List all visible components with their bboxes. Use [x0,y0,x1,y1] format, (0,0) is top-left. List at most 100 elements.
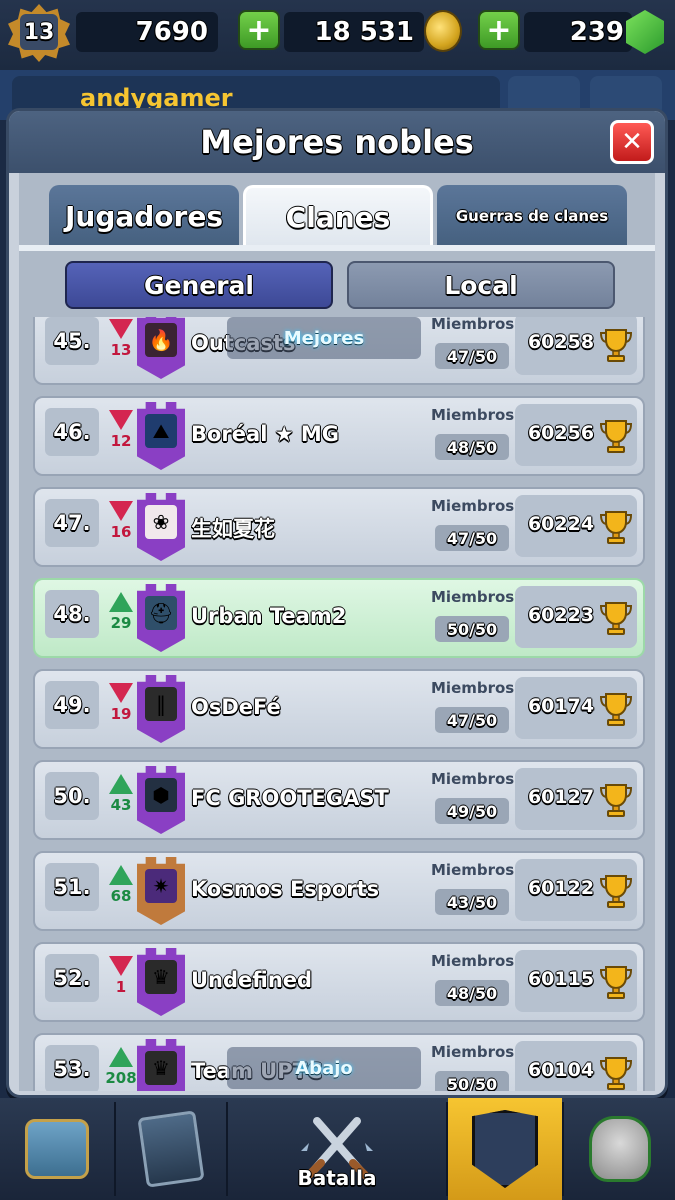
rank-number: 45. [45,317,99,365]
cards-icon [137,1110,205,1188]
resource-bar: 13 7690 + 18 531 + 239 [0,0,675,70]
clan-emblem-icon: ‖ [145,687,177,721]
clan-trophy-box: 60256 [515,404,637,466]
rank-up-icon [109,865,133,885]
members-count: 48/50 [435,434,509,460]
clan-badge-icon: ⬢ [135,762,187,838]
subtab-local[interactable]: Local [347,261,615,309]
tab-clans[interactable]: Clanes [243,185,433,247]
clan-trophies: 60258 [527,331,595,353]
members-label: Miembros [431,770,515,788]
members-label: Miembros [431,406,515,424]
nav-clan[interactable] [448,1098,562,1200]
clan-trophy-box: 60174 [515,677,637,739]
trophy-icon [599,329,633,362]
clan-badge-icon: 🔥 [135,317,187,383]
trophy-icon [599,1057,633,1090]
rank-down-icon [109,410,133,430]
clan-trophy-box: 60127 [515,768,637,830]
clan-emblem-icon: ❀ [145,505,177,539]
clan-badge-icon: ⛑ [135,580,187,656]
members-label: Miembros [431,952,515,970]
clan-emblem-icon: 🔥 [145,323,177,357]
members-label: Miembros [431,1043,515,1061]
clan-name: Urban Team2 [191,604,347,628]
modal-body: Jugadores Clanes Guerras de clanes Gener… [19,173,655,1091]
trophy-count: 7690 [76,12,218,52]
clan-row[interactable]: 48. 29 ⛑ Urban Team2 Miembros 50/50 60223 [33,578,645,658]
trophy-icon [599,693,633,726]
members-count: 50/50 [435,616,509,642]
clan-row[interactable]: 52. 1 ♛ Undefined Miembros 48/50 60115 [33,942,645,1022]
clan-row[interactable]: 49. 19 ‖ OsDeFé Miembros 47/50 60174 [33,669,645,749]
tab-players[interactable]: Jugadores [49,185,239,247]
members-count: 50/50 [435,1071,509,1091]
clan-name: Kosmos Esports [191,877,380,901]
rank-number: 51. [45,863,99,911]
rank-number: 49. [45,681,99,729]
clan-badge-icon: ❀ [135,489,187,565]
rank-up-icon [109,774,133,794]
members-label: Miembros [431,497,515,515]
clan-badge-icon: ⛰ [135,398,187,474]
nav-shop[interactable] [0,1098,114,1200]
top-jump-label[interactable]: Mejores [227,317,421,359]
clan-trophies: 60174 [527,695,595,717]
clan-emblem-icon: ✷ [145,869,177,903]
tab-clan-wars[interactable]: Guerras de clanes [437,185,627,247]
gold-coin-icon [424,10,462,52]
subtab-general[interactable]: General [65,261,333,309]
clan-emblem-icon: ♛ [145,1051,177,1085]
nav-events[interactable] [564,1098,675,1200]
clan-trophy-box: 60104 [515,1041,637,1091]
add-trophies-button[interactable]: + [238,10,280,50]
rank-down-icon [109,319,133,339]
battle-label: Batalla [297,1166,377,1190]
player-level: 13 [20,14,58,50]
nav-cards[interactable] [116,1098,226,1200]
clan-row[interactable]: 51. 68 ✷ Kosmos Esports Miembros 43/50 60122 [33,851,645,931]
bottom-jump-label[interactable]: Abajo [227,1047,421,1089]
members-label: Miembros [431,861,515,879]
members-label: Miembros [431,679,515,697]
rank-number: 52. [45,954,99,1002]
clan-trophy-box: 60223 [515,586,637,648]
rank-up-icon [109,1047,133,1067]
clan-leaderboard-list[interactable]: 45.13🔥OutcastsMiembros47/506025846.12⛰Bo… [29,317,645,1091]
close-button[interactable]: ✕ [610,120,654,164]
clan-trophies: 60127 [527,786,595,808]
members-count: 48/50 [435,980,509,1006]
rank-number: 53. [45,1045,99,1091]
clan-name: Boréal ★ MG [191,422,339,446]
clan-trophies: 60223 [527,604,595,626]
clan-badge-icon: ‖ [135,671,187,747]
members-count: 47/50 [435,707,509,733]
clan-emblem-icon: ♛ [145,960,177,994]
trophy-icon [599,875,633,908]
tab-underline [19,245,655,251]
clan-trophy-box: 60258 [515,317,637,375]
rank-number: 46. [45,408,99,456]
rank-down-icon [109,683,133,703]
clan-row[interactable]: 50. 43 ⬢ FC GROOTEGAST Miembros 49/50 60127 [33,760,645,840]
trophy-icon [599,511,633,544]
clan-name: 生如夏花 [191,517,275,541]
gem-count: 239 [524,12,632,52]
rank-number: 47. [45,499,99,547]
members-label: Miembros [431,588,515,606]
trophy-icon [599,602,633,635]
members-count: 47/50 [435,525,509,551]
clan-name: FC GROOTEGAST [191,786,389,810]
add-gold-button[interactable]: + [478,10,520,50]
clan-shield-icon [472,1110,538,1188]
clan-name: OsDeFé [191,695,281,719]
clan-row[interactable]: 46. 12 ⛰ Boréal ★ MG Miembros 48/50 60256 [33,396,645,476]
clan-emblem-icon: ⛰ [145,414,177,448]
trophy-icon [599,420,633,453]
members-label: Miembros [431,317,515,333]
rank-down-icon [109,956,133,976]
top-clans-modal: Mejores nobles ✕ Jugadores Clanes Guerra… [6,108,668,1098]
close-icon: ✕ [621,127,643,157]
trophy-icon [599,966,633,999]
clan-row[interactable]: 47. 16 ❀ 生如夏花 Miembros 47/50 60224 [33,487,645,567]
